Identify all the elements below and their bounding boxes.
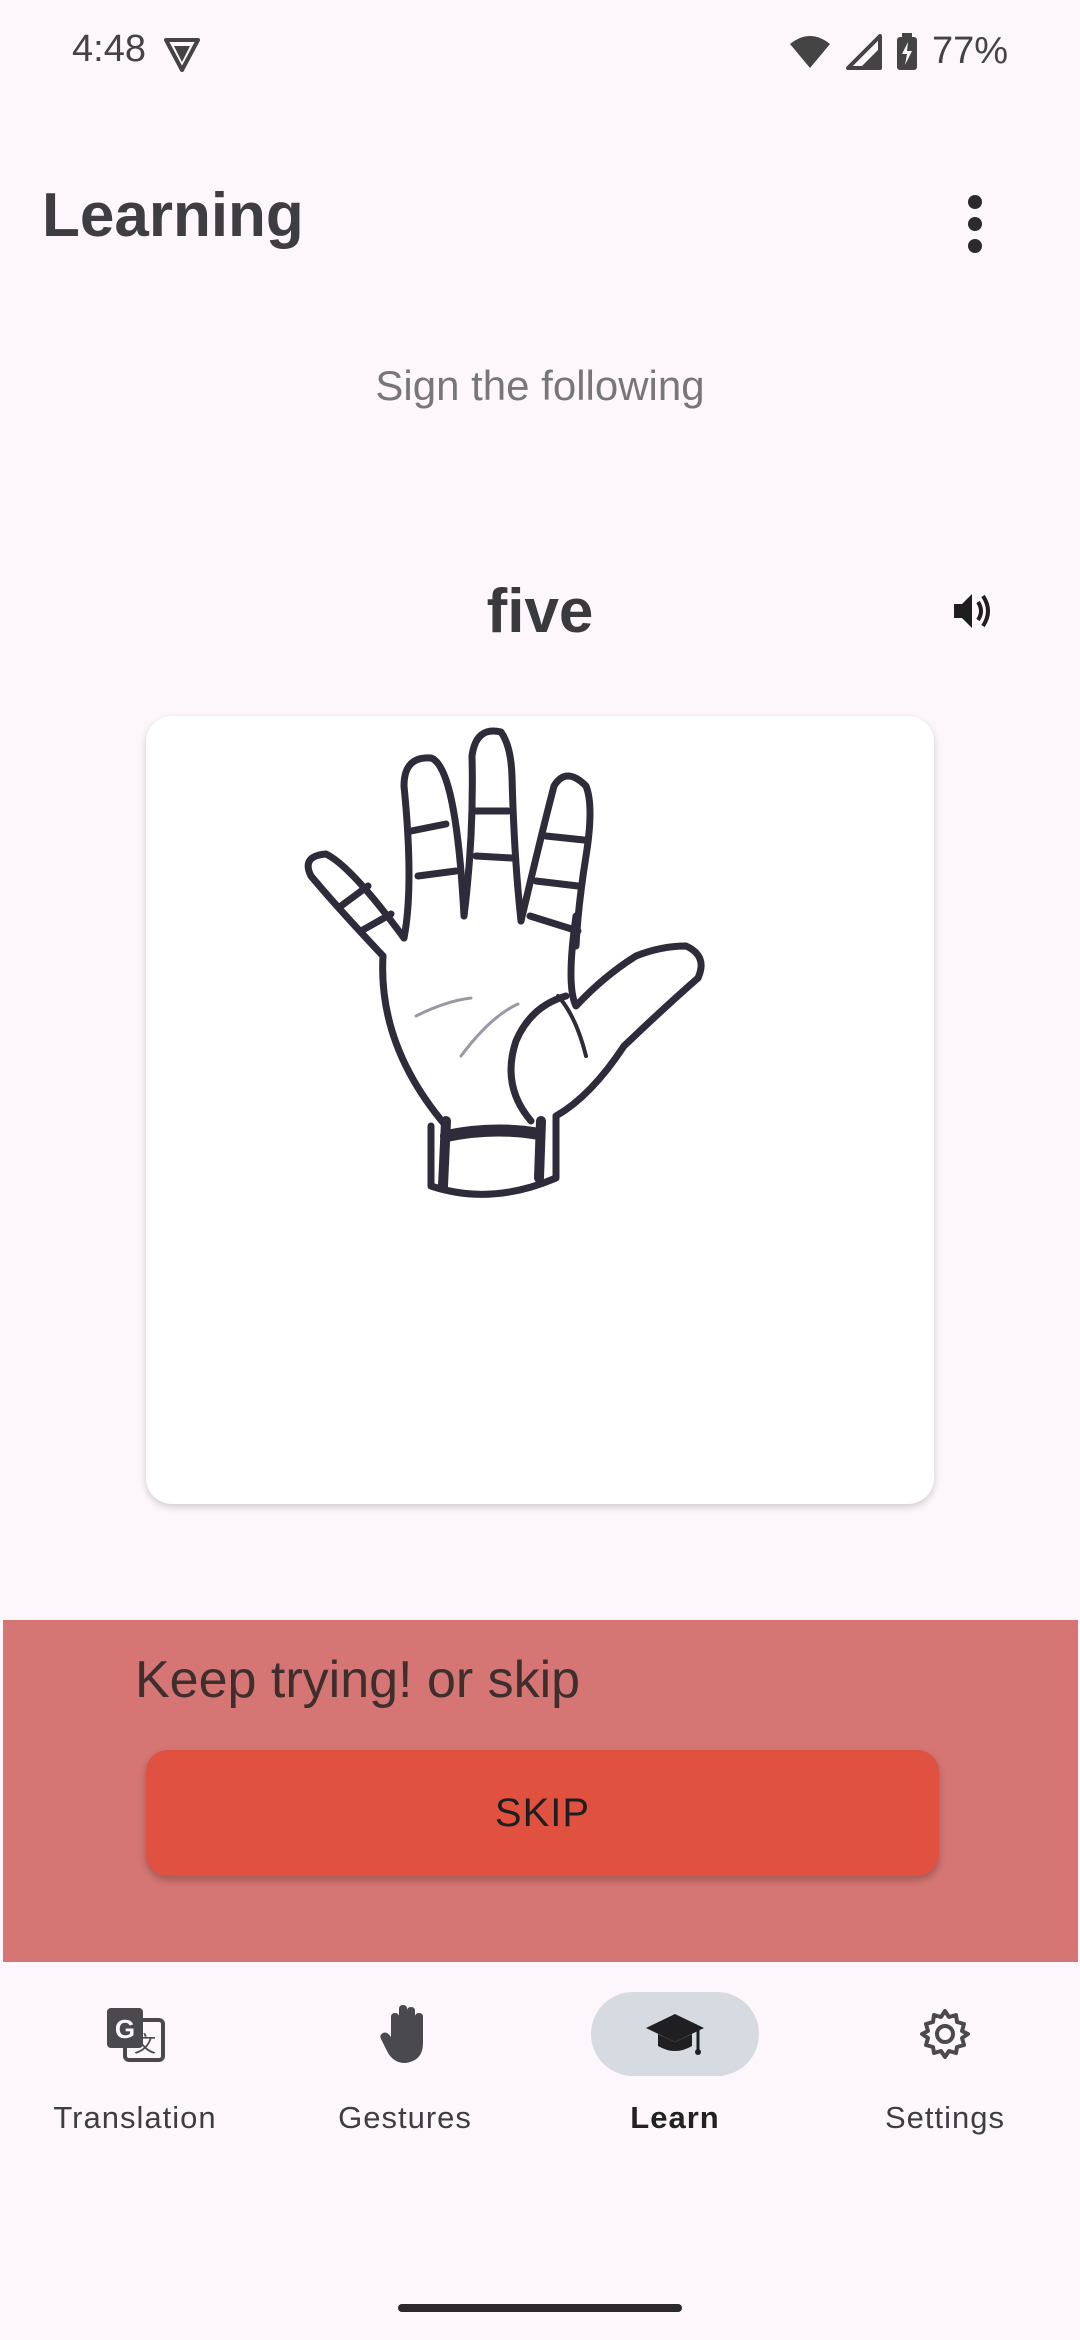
nav-label-translation: Translation: [53, 2100, 217, 2135]
vpn-icon: [164, 38, 200, 72]
nav-active-indicator: [591, 1992, 759, 2076]
svg-text:G: G: [115, 2014, 135, 2044]
status-icons: 77%: [788, 30, 1008, 73]
open-hand-five-illustration: [304, 727, 705, 1198]
status-time: 4:48: [72, 28, 146, 70]
nav-item-settings[interactable]: Settings: [810, 1992, 1080, 2162]
more-vert-icon[interactable]: [950, 180, 1000, 280]
feedback-message: Keep trying! or skip: [135, 1651, 581, 1709]
home-indicator[interactable]: [398, 2304, 682, 2312]
nav-icon-container: [321, 1992, 489, 2076]
hand-icon: [380, 2005, 423, 2063]
app-bar: Learning: [0, 170, 1080, 280]
nav-label-gestures: Gestures: [338, 2100, 472, 2135]
wifi-icon: [789, 35, 830, 68]
translate-icon: G 文: [107, 2008, 165, 2062]
battery-percentage: 77%: [931, 30, 1008, 72]
page-title: Learning: [42, 181, 304, 250]
skip-button[interactable]: SKIP: [146, 1750, 939, 1876]
sign-image-card: [146, 716, 934, 1504]
nav-icon-container: G 文: [51, 1992, 219, 2076]
nav-icon-container: [861, 1992, 1029, 2076]
status-bar: 4:48 77%: [0, 0, 1080, 108]
gear-icon: [920, 2009, 970, 2059]
volume-up-icon[interactable]: [950, 588, 996, 634]
graduation-cap-icon: [646, 2014, 704, 2055]
battery-charging-icon: [896, 32, 917, 70]
feedback-panel: Keep trying! or skip SKIP: [3, 1620, 1078, 1962]
target-word: five: [486, 577, 594, 646]
nav-item-learn[interactable]: Learn: [540, 1992, 810, 2162]
nav-label-settings: Settings: [884, 2100, 1005, 2135]
signal-icon: [845, 33, 882, 70]
bottom-navigation: G 文 Translation Gestures Learn Settings: [0, 1962, 1080, 2192]
nav-item-translation[interactable]: G 文 Translation: [0, 1992, 270, 2162]
nav-item-gestures[interactable]: Gestures: [270, 1992, 540, 2162]
instruction-text: Sign the following: [375, 362, 705, 409]
svg-text:文: 文: [134, 2032, 156, 2057]
nav-label-learn: Learn: [630, 2100, 720, 2135]
